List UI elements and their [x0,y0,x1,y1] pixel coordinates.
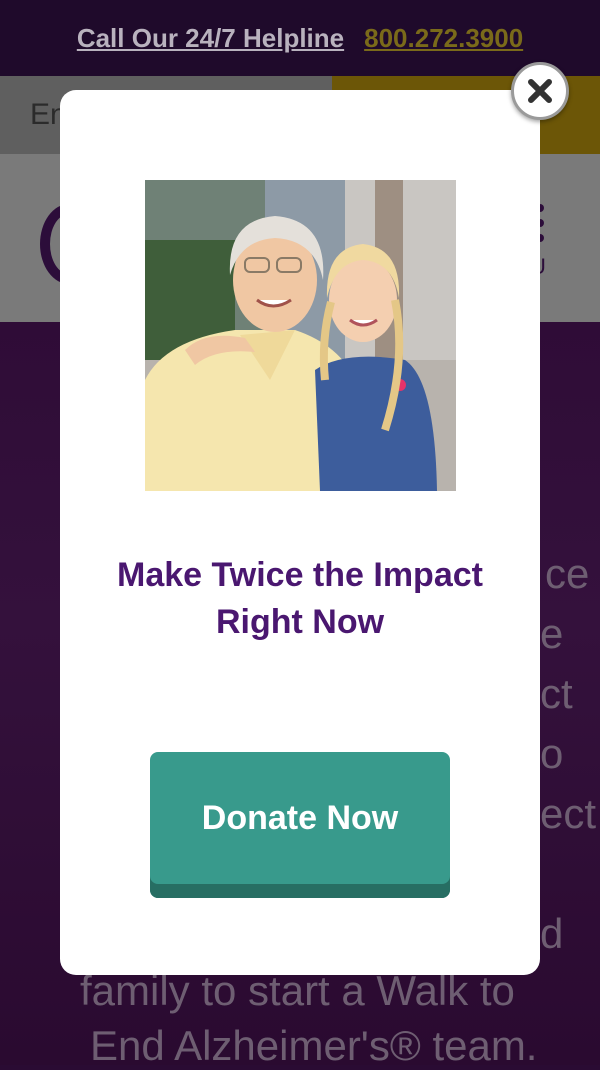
grandmother-and-granddaughter-photo [145,180,456,491]
donate-now-button[interactable]: Donate Now [150,752,450,898]
modal-title: Make Twice the Impact Right Now [117,556,483,641]
close-button[interactable] [511,62,569,120]
donation-modal: Make Twice the Impact Right Now Donate N… [60,90,540,975]
close-icon [528,79,552,103]
